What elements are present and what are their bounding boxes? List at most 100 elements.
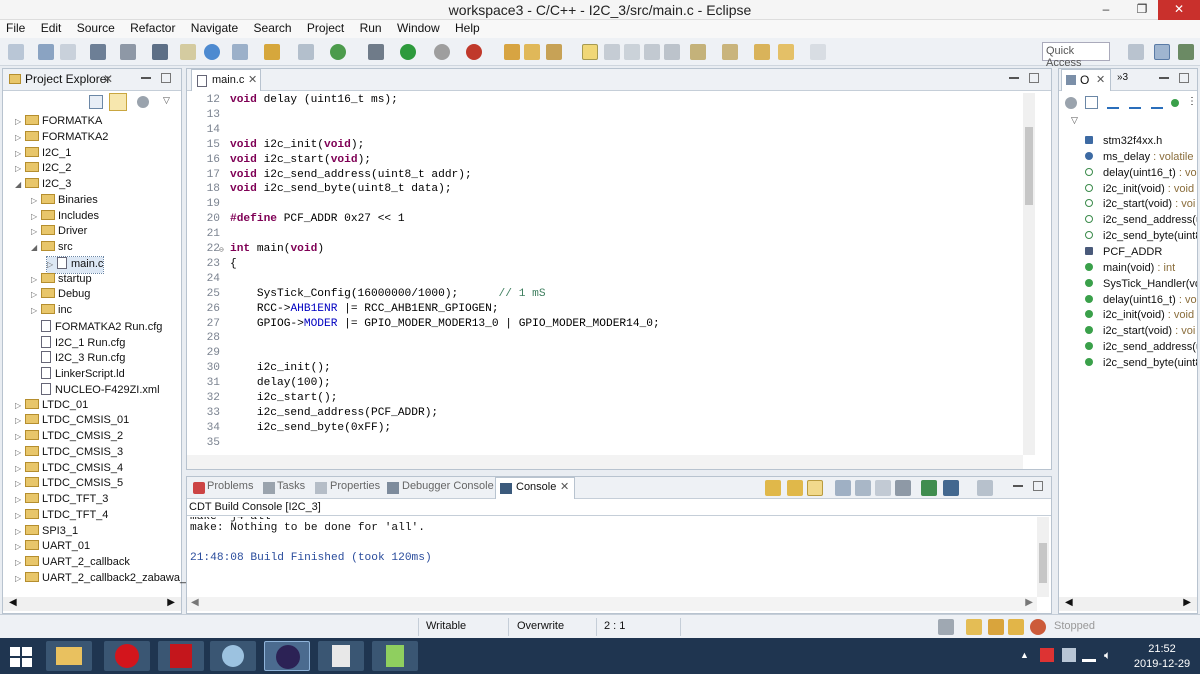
console-vertical-scrollbar[interactable] (1037, 517, 1049, 597)
book-icon[interactable] (966, 619, 982, 635)
code-line[interactable]: i2c_init(); (230, 362, 331, 374)
menu-project[interactable]: Project (301, 20, 350, 35)
tree-folder-item[interactable]: ▷ LTDC_CMSIS_4 (15, 461, 123, 478)
console-scroll-left-icon[interactable]: ◀ (191, 597, 199, 608)
minimize-button[interactable]: – (1090, 0, 1122, 20)
collapsed-chevron-icon[interactable]: ▷ (31, 196, 41, 205)
collapse-all-icon[interactable] (89, 95, 103, 109)
tree-folder-item[interactable]: ▷ SPI3_1 (15, 524, 78, 541)
clock-date[interactable]: 2019-12-29 (1130, 658, 1194, 670)
outline-item[interactable]: i2c_send_address(u (1085, 214, 1197, 230)
show-console-up-icon[interactable] (787, 480, 803, 496)
tree-folder-item[interactable]: ▷ UART_2_callback (15, 556, 130, 572)
next-annotation-icon[interactable] (690, 44, 706, 60)
tree-folder-item[interactable]: ▷ LTDC_CMSIS_2 (15, 430, 123, 446)
editor-vertical-scrollbar[interactable] (1023, 93, 1035, 455)
collapsed-chevron-icon[interactable]: ▷ (15, 511, 25, 520)
collapsed-chevron-icon[interactable]: ▷ (31, 306, 41, 315)
code-line[interactable]: i2c_start(); (230, 392, 338, 404)
new-console-icon[interactable] (977, 480, 993, 496)
code-line[interactable]: delay(100); (230, 377, 331, 389)
hide-members-icon[interactable] (1171, 99, 1179, 107)
copy-console-icon[interactable] (835, 480, 851, 496)
tree-file-item[interactable]: LinkerScript.ld (31, 367, 125, 383)
tree-folder-item[interactable]: ▷ Includes (31, 209, 99, 226)
display-console-icon[interactable] (921, 480, 937, 496)
close-tab-icon[interactable]: ✕ (103, 72, 113, 86)
outline-scroll-right-icon[interactable]: ▶ (1183, 597, 1191, 608)
collapse-outline-icon[interactable] (1085, 96, 1098, 109)
tree-file-item[interactable]: ▷ main.c (45, 255, 105, 274)
editor-horizontal-scrollbar[interactable] (187, 455, 1023, 469)
outline-horizontal-scrollbar[interactable]: ◀ ▶ (1059, 597, 1197, 611)
close-outline-icon[interactable]: ✕ (1096, 73, 1105, 86)
outline-item[interactable]: i2c_start(void) : voi (1085, 198, 1197, 214)
tree-folder-item[interactable]: ▷ Debug (31, 288, 90, 304)
collapsed-chevron-icon[interactable]: ▷ (15, 117, 25, 126)
save-all-icon[interactable] (60, 44, 76, 60)
code-line[interactable]: i2c_send_address(PCF_ADDR); (230, 407, 438, 419)
collapsed-chevron-icon[interactable]: ▷ (15, 495, 25, 504)
stop-icon[interactable] (466, 44, 482, 60)
new-file-icon[interactable] (298, 44, 314, 60)
editor-scroll-thumb[interactable] (1025, 127, 1033, 205)
sort-icon[interactable] (1065, 97, 1077, 109)
close-console-icon[interactable]: ✕ (560, 480, 569, 493)
console-scroll-thumb[interactable] (1039, 543, 1047, 583)
menu-file[interactable]: File (0, 20, 31, 35)
outline-item[interactable]: i2c_send_address(u (1085, 341, 1197, 357)
minimize-outline-icon[interactable] (1159, 77, 1169, 79)
remove-console-icon[interactable] (895, 480, 911, 496)
scroll-right-icon[interactable]: ▶ (167, 597, 175, 608)
search-tool-icon[interactable] (546, 44, 562, 60)
tree-folder-item[interactable]: ▷ FORMATKA (15, 115, 102, 131)
maximize-editor-icon[interactable] (1029, 73, 1039, 83)
code-line[interactable]: void i2c_start(void); (230, 154, 371, 166)
tab-tasks[interactable]: Tasks (277, 480, 305, 492)
collapsed-chevron-icon[interactable]: ▷ (15, 574, 25, 583)
console-horizontal-scrollbar[interactable]: ◀ ▶ (187, 597, 1037, 611)
back-arrow-icon[interactable] (778, 44, 794, 60)
tree-folder-item[interactable]: ▷ LTDC_TFT_3 (15, 493, 108, 509)
highlight-icon[interactable] (582, 44, 598, 60)
scroll-left-icon[interactable]: ◀ (9, 597, 17, 608)
code-line[interactable]: SysTick_Config(16000000/1000); // 1 mS (230, 288, 546, 300)
open-resource-icon[interactable] (524, 44, 540, 60)
collapsed-chevron-icon[interactable]: ▷ (15, 401, 25, 410)
more-views-button[interactable]: »3 (1117, 72, 1128, 83)
maximize-button[interactable]: ❐ (1126, 0, 1158, 20)
tab-main-c[interactable]: main.c ✕ (191, 69, 261, 91)
last-edit-icon[interactable] (754, 44, 770, 60)
code-line[interactable]: { (230, 258, 237, 270)
bug-icon[interactable] (368, 44, 384, 60)
outline-item[interactable]: i2c_send_byte(uint8 (1085, 357, 1197, 373)
clock-time[interactable]: 21:52 (1138, 643, 1186, 655)
code-line[interactable]: i2c_send_byte(0xFF); (230, 422, 391, 434)
tree-folder-item[interactable]: ▷ I2C_1 (15, 146, 71, 163)
new-class-icon[interactable] (330, 44, 346, 60)
tree-file-item[interactable]: NUCLEO-F429ZI.xml (31, 382, 160, 399)
collapsed-chevron-icon[interactable]: ▷ (15, 416, 25, 425)
hat-icon[interactable] (988, 619, 1004, 635)
paragraph-icon[interactable] (664, 44, 680, 60)
tree-folder-item[interactable]: ▷ LTDC_CMSIS_5 (15, 477, 123, 493)
code-line[interactable]: void delay (uint16_t ms); (230, 94, 398, 106)
maximize-console-icon[interactable] (1033, 481, 1043, 491)
code-line[interactable]: #define PCF_ADDR 0x27 << 1 (230, 213, 405, 225)
tree-folder-item[interactable]: ◢ src (31, 241, 73, 257)
tree-file-item[interactable]: I2C_1 Run.cfg (31, 335, 125, 352)
new-project-icon[interactable] (232, 44, 248, 60)
show-whitespace-icon[interactable] (624, 44, 640, 60)
open-type-icon[interactable] (504, 44, 520, 60)
status-overwrite[interactable]: Overwrite (517, 620, 564, 632)
outline-item[interactable]: i2c_send_byte(uint8 (1085, 230, 1197, 246)
start-windows-icon[interactable] (10, 647, 32, 667)
cpp-perspective-icon[interactable] (1154, 44, 1170, 60)
project-explorer-title[interactable]: Project Explorer (25, 72, 110, 86)
menu-window[interactable]: Window (391, 20, 446, 35)
tree-folder-item[interactable]: ▷ Binaries (31, 193, 98, 210)
menu-help[interactable]: Help (449, 20, 486, 35)
collapsed-chevron-icon[interactable]: ▷ (15, 542, 25, 551)
external-tools-icon[interactable] (434, 44, 450, 60)
tray-flag-icon[interactable] (1040, 648, 1054, 662)
